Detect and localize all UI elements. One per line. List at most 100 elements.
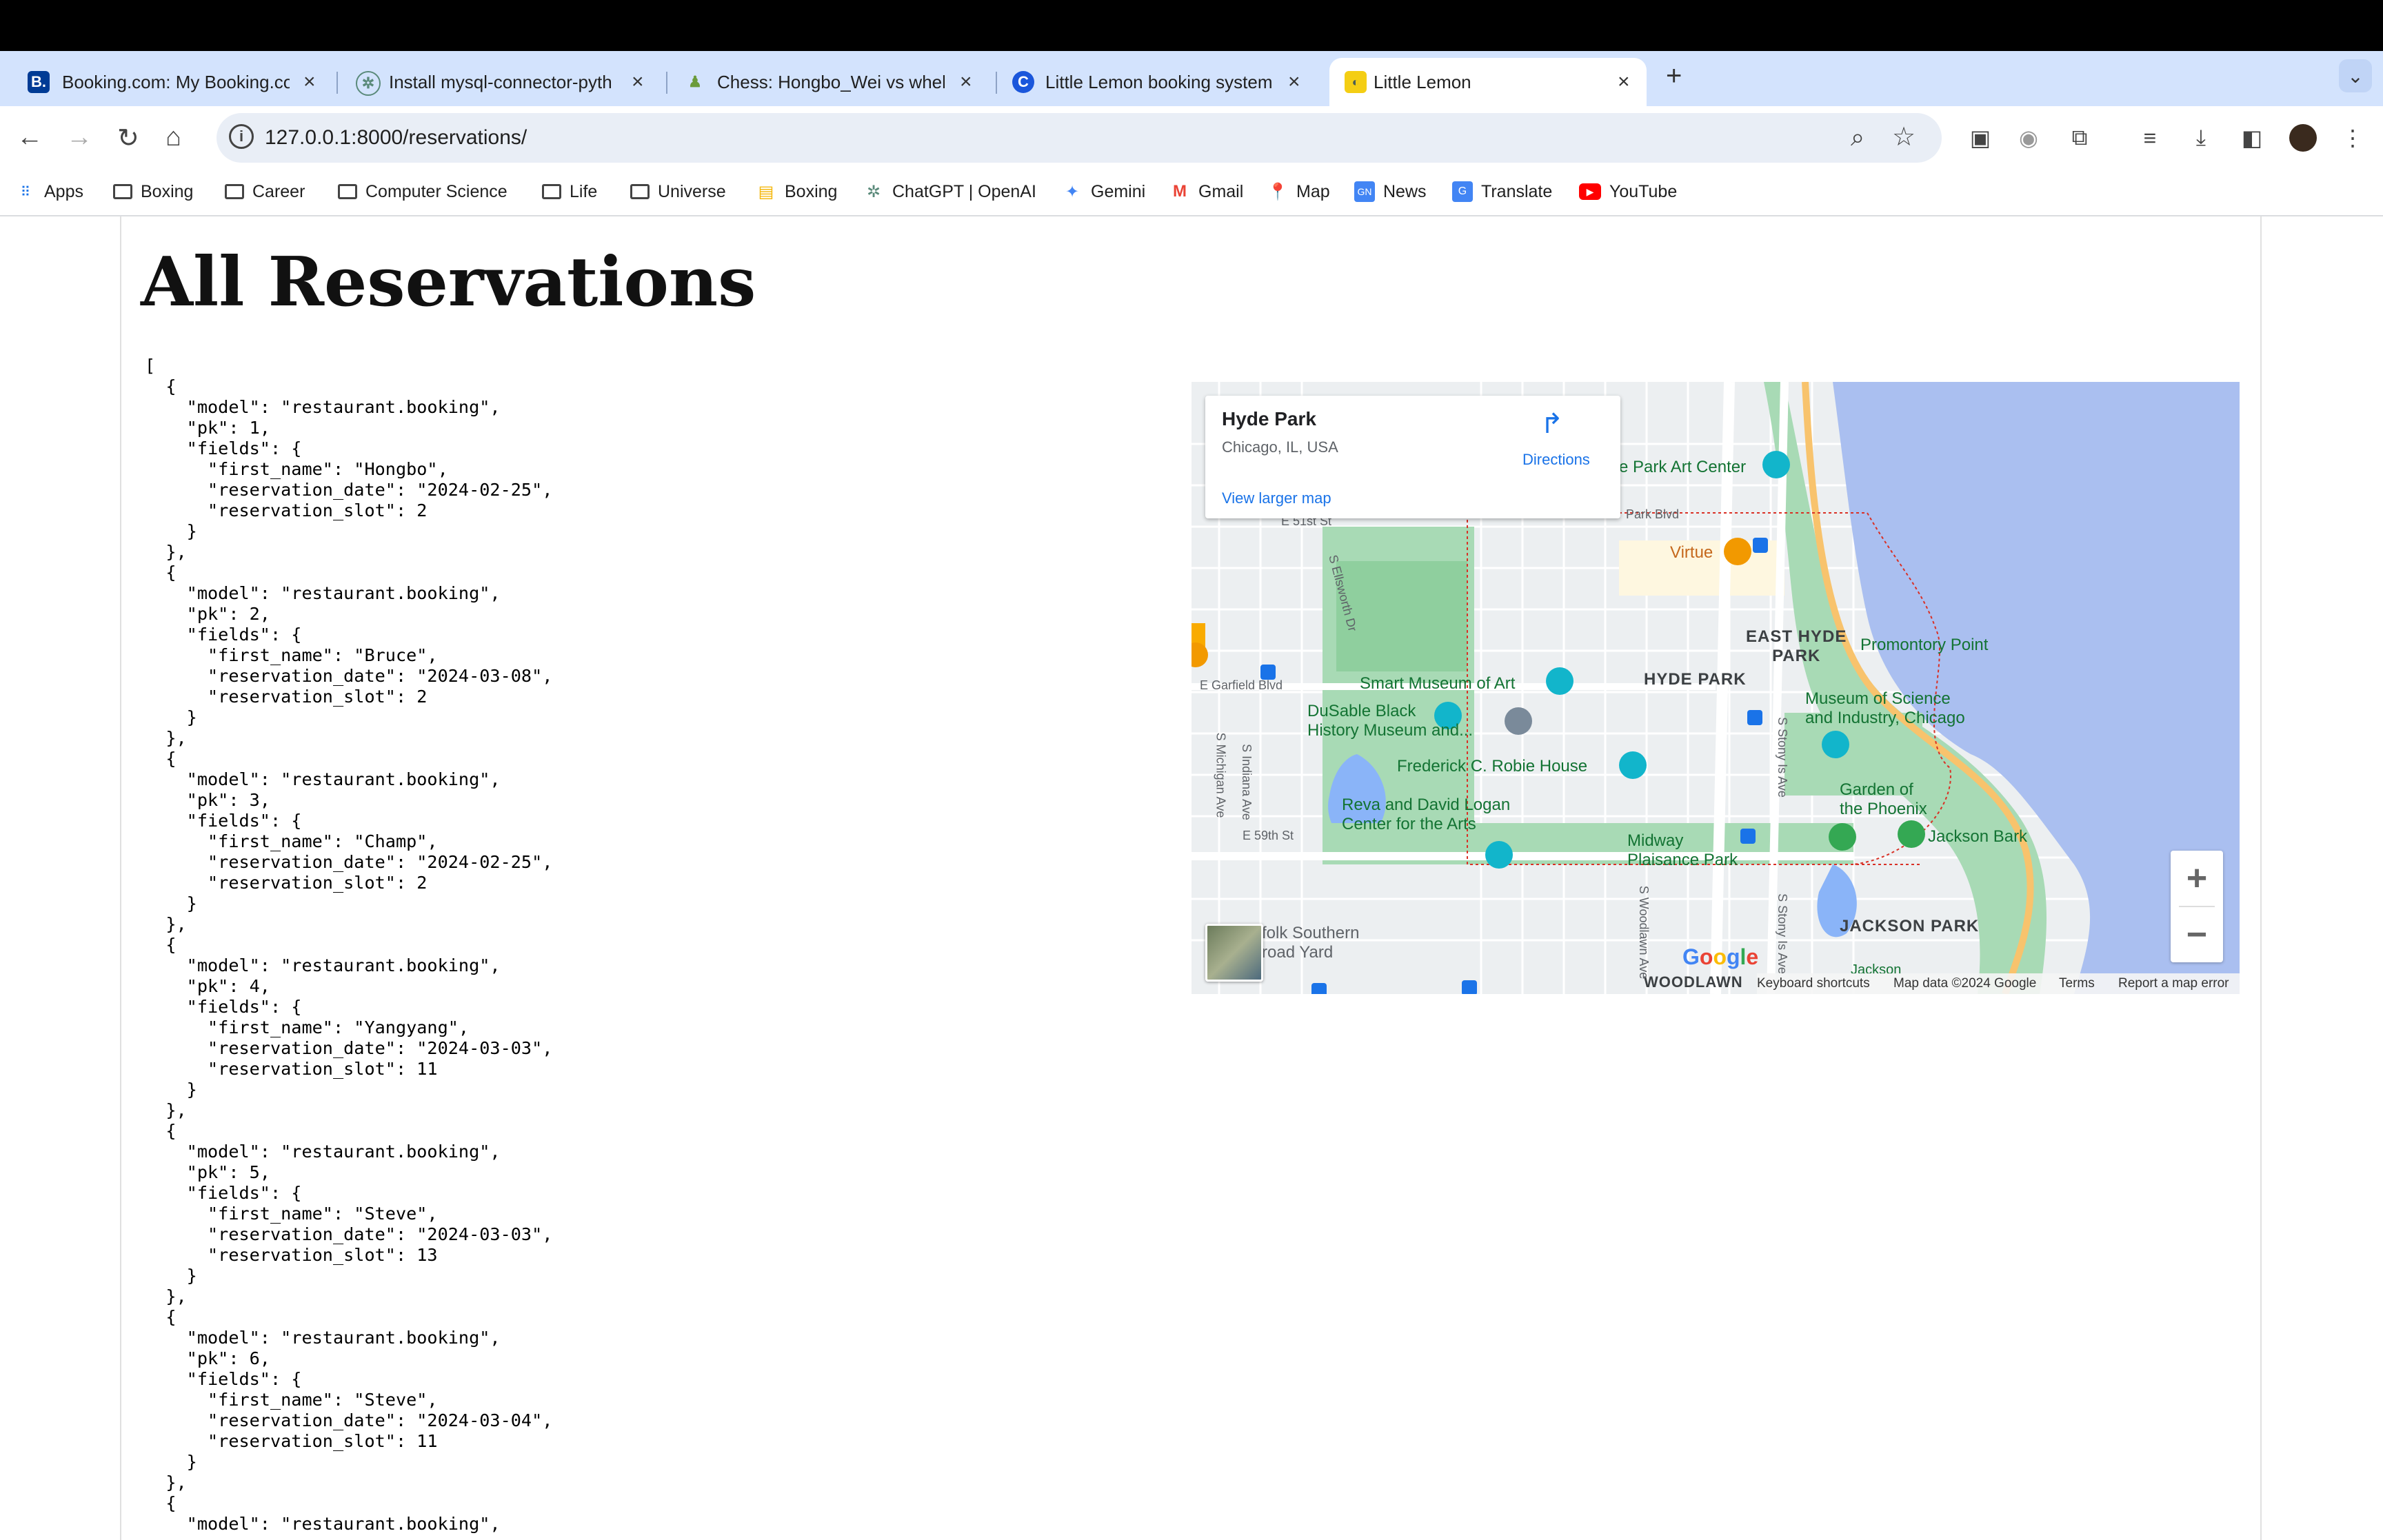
bookmark-apps[interactable]: ⠿ Apps <box>15 179 83 204</box>
address-bar[interactable]: i 127.0.0.1:8000/reservations/ ⌕ ☆ <box>217 113 1942 163</box>
map-label[interactable]: DuSable Black History Museum and... <box>1307 702 1473 740</box>
coursera-favicon-icon: C <box>1012 71 1034 93</box>
bookmark-gmail[interactable]: M Gmail <box>1169 179 1243 204</box>
map-street-label: S Indiana Ave <box>1239 744 1254 820</box>
map-label: folk Southern road Yard <box>1262 924 1360 962</box>
chess-pawn-icon: ♟ <box>688 73 702 90</box>
bookmark-label: News <box>1383 181 1427 201</box>
side-panel-icon[interactable]: ◧ <box>2238 124 2266 152</box>
satellite-toggle[interactable] <box>1205 924 1263 982</box>
home-icon[interactable]: ⌂ <box>165 123 181 152</box>
bookmark-folder-universe[interactable]: Universe <box>630 179 726 204</box>
tab-booking[interactable]: B. Booking.com: My Booking.co × <box>0 58 331 106</box>
back-arrow-icon[interactable]: ← <box>17 123 43 152</box>
extensions-puzzle-icon[interactable]: ⧉ <box>2066 124 2093 152</box>
zoom-magnifier-icon[interactable]: ⌕ <box>1851 123 1864 152</box>
map-label[interactable]: Smart Museum of Art <box>1360 674 1515 693</box>
bookmark-label: Translate <box>1481 181 1553 201</box>
apps-grid-icon: ⠿ <box>20 184 31 200</box>
url-text[interactable]: 127.0.0.1:8000/reservations/ <box>265 126 527 150</box>
close-tab-icon[interactable]: × <box>632 70 644 94</box>
zoom-out-button[interactable]: − <box>2171 907 2223 962</box>
bookmark-label: Universe <box>658 181 726 201</box>
view-larger-map-link[interactable]: View larger map <box>1222 489 1331 507</box>
close-tab-icon[interactable]: × <box>960 70 972 94</box>
place-address: Chicago, IL, USA <box>1222 438 1338 456</box>
map-street-label: Park Blvd <box>1626 507 1680 521</box>
bookmark-chatgpt[interactable]: ✲ ChatGPT | OpenAI <box>863 179 1036 204</box>
bookmark-gemini[interactable]: ✦ Gemini <box>1062 179 1145 204</box>
bookmark-star-icon[interactable]: ☆ <box>1892 121 1916 152</box>
map-street-label: S Stony Is Ave <box>1775 717 1789 798</box>
bookmark-news[interactable]: GN News <box>1354 179 1427 204</box>
tab-title: Booking.com: My Booking.co <box>62 72 290 92</box>
camera-extension-icon[interactable]: ◉ <box>2015 124 2042 152</box>
profile-avatar[interactable] <box>2289 124 2317 152</box>
gemini-icon: ✦ <box>1065 182 1080 201</box>
boxing-icon: ▤ <box>758 182 774 201</box>
bookmark-folder-life[interactable]: Life <box>542 179 597 204</box>
bookmark-label: Career <box>252 181 305 201</box>
close-tab-icon[interactable]: × <box>1288 70 1300 94</box>
map-area-label: JACKSON PARK <box>1840 917 1980 935</box>
place-name: Hyde Park <box>1222 408 1316 429</box>
bookmark-folder-career[interactable]: Career <box>225 179 305 204</box>
bookmark-label: Boxing <box>785 181 838 201</box>
browser-toolbar: ← → ↻ ⌂ i 127.0.0.1:8000/reservations/ ⌕… <box>0 106 2383 170</box>
terms-link[interactable]: Terms <box>2059 976 2095 991</box>
media-controls-icon[interactable]: ≡ <box>2136 124 2164 152</box>
download-icon[interactable]: ⤓ <box>2187 124 2215 152</box>
map-label[interactable]: Jackson Bark <box>1928 827 2027 847</box>
tab-chess[interactable]: ♟ Chess: Hongbo_Wei vs wheh × <box>656 58 987 106</box>
bookmark-map[interactable]: 📍 Map <box>1267 179 1330 204</box>
directions-icon[interactable]: ↱ <box>1540 408 1564 440</box>
directions-link[interactable]: Directions <box>1522 451 1590 469</box>
zoom-in-button[interactable]: + <box>2171 851 2223 906</box>
reload-icon[interactable]: ↻ <box>117 123 139 154</box>
bookmark-label: Computer Science <box>365 181 507 201</box>
tab-little-lemon-booking[interactable]: C Little Lemon booking system × <box>985 58 1316 106</box>
folder-icon <box>225 184 244 199</box>
tab-strip: B. Booking.com: My Booking.co × ✲ Instal… <box>0 51 2383 106</box>
map-label[interactable]: Museum of Science and Industry, Chicago <box>1805 689 1965 728</box>
bookmark-translate[interactable]: G Translate <box>1452 179 1552 204</box>
google-map-embed[interactable]: e Park Art Center Park Blvd Virtue EAST … <box>1192 382 2240 994</box>
map-label[interactable]: Promontory Point <box>1860 636 1988 655</box>
map-label[interactable]: Frederick C. Robie House <box>1397 757 1587 776</box>
bookmark-youtube[interactable]: ▶ YouTube <box>1579 179 1677 204</box>
tab-little-lemon[interactable]: ◐ Little Lemon × <box>1329 58 1647 106</box>
tab-install-mysql[interactable]: ✲ Install mysql-connector-pyth × <box>328 58 659 106</box>
map-label[interactable]: Virtue <box>1670 543 1713 563</box>
map-label[interactable]: e Park Art Center <box>1619 458 1746 477</box>
folder-icon <box>338 184 357 199</box>
tab-title: Install mysql-connector-pyth <box>389 72 612 92</box>
more-menu-icon[interactable]: ⋮ <box>2339 124 2366 152</box>
report-map-error-link[interactable]: Report a map error <box>2118 976 2229 991</box>
page-title: All Reservations <box>141 243 756 322</box>
maps-pin-icon: 📍 <box>1267 182 1288 201</box>
openai-icon: ✲ <box>866 182 881 201</box>
notion-extension-icon[interactable]: ▣ <box>1967 124 1994 152</box>
tab-search-chevron-icon[interactable]: ⌄ <box>2339 59 2372 92</box>
bookmark-boxing[interactable]: ▤ Boxing <box>756 179 838 204</box>
map-label[interactable]: Reva and David Logan Center for the Arts <box>1342 796 1510 834</box>
youtube-icon: ▶ <box>1579 183 1601 200</box>
map-footer: Keyboard shortcuts Map data ©2024 Google… <box>1757 973 2240 994</box>
site-info-icon[interactable]: i <box>229 124 254 149</box>
new-tab-button[interactable]: + <box>1666 61 1682 92</box>
bookmark-folder-computer-science[interactable]: Computer Science <box>338 179 507 204</box>
gmail-icon: M <box>1173 182 1187 201</box>
forward-arrow-icon[interactable]: → <box>66 123 92 152</box>
folder-icon <box>113 184 132 199</box>
keyboard-shortcuts-link[interactable]: Keyboard shortcuts <box>1757 976 1870 991</box>
close-tab-icon[interactable]: × <box>1618 70 1630 94</box>
tab-title: Chess: Hongbo_Wei vs wheh <box>717 72 945 92</box>
map-label[interactable]: Midway Plaisance Park <box>1627 831 1738 870</box>
bookmark-folder-boxing[interactable]: Boxing <box>113 179 193 204</box>
close-tab-icon[interactable]: × <box>303 70 316 94</box>
bookmark-label: YouTube <box>1609 181 1678 201</box>
zoom-control: + − <box>2171 851 2223 962</box>
bookmark-label: Gemini <box>1091 181 1146 201</box>
bookmark-label: Gmail <box>1198 181 1244 201</box>
map-label[interactable]: Garden of the Phoenix <box>1840 780 1927 819</box>
